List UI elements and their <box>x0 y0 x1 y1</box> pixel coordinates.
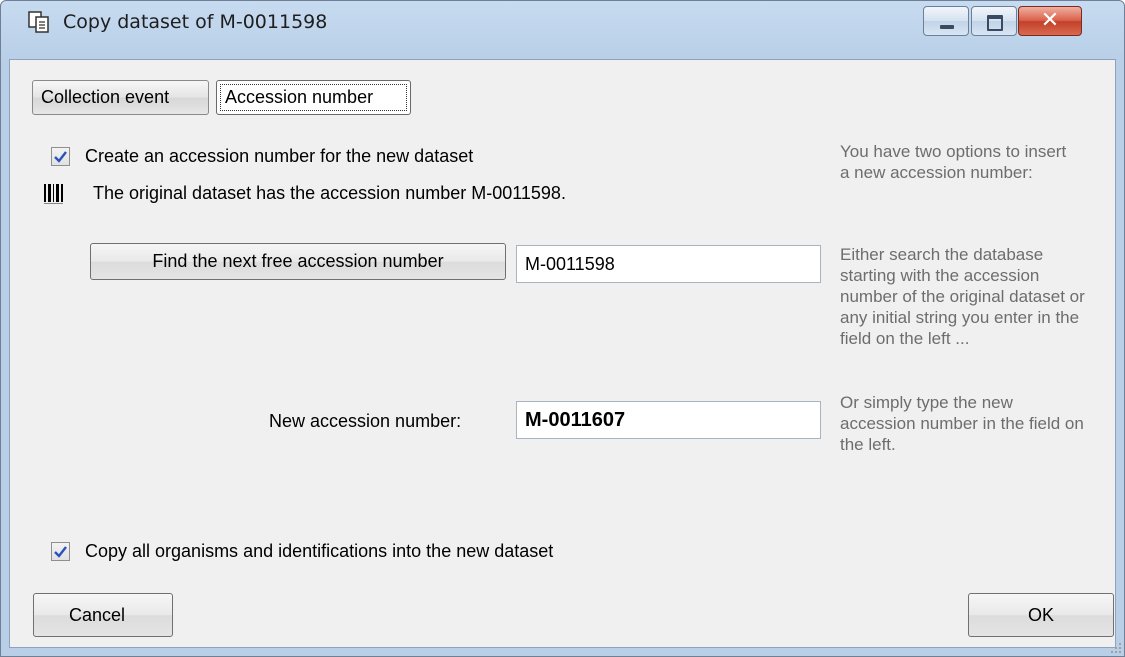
close-button[interactable]: ✕ <box>1018 6 1082 36</box>
hint-search: Either search the database starting with… <box>840 245 1085 348</box>
checkmark-icon <box>54 546 67 558</box>
close-icon: ✕ <box>1040 8 1060 33</box>
minimize-button[interactable] <box>923 6 969 36</box>
find-next-accession-button[interactable]: Find the next free accession number <box>90 243 506 280</box>
dialog-window: Copy dataset of M-0011598 ✕ Collection e… <box>0 0 1125 657</box>
copy-document-icon <box>28 11 50 33</box>
tab-collection-event[interactable]: Collection event <box>32 80 209 115</box>
ok-button[interactable]: OK <box>968 593 1114 637</box>
minimize-icon <box>940 25 954 29</box>
new-accession-value: M-0011607 <box>525 409 626 431</box>
resize-grip-icon[interactable] <box>1108 640 1122 654</box>
original-accession-text: The original dataset has the accession n… <box>93 183 566 203</box>
new-accession-label: New accession number: <box>269 411 462 431</box>
button-label: OK <box>1027 605 1054 625</box>
search-field-value: M-0011598 <box>525 254 615 274</box>
create-accession-checkbox[interactable] <box>51 147 70 166</box>
focus-rectangle <box>220 84 407 111</box>
hint-options: You have two options to insert a new acc… <box>840 142 1067 182</box>
cancel-button[interactable]: Cancel <box>33 593 173 637</box>
button-label: Cancel <box>69 605 126 625</box>
copy-organisms-checkbox[interactable] <box>51 542 70 561</box>
tab-accession-number[interactable]: Accession number <box>216 80 411 115</box>
checkmark-icon <box>54 151 67 163</box>
tab-label: Collection event <box>41 87 170 107</box>
copy-organisms-label: Copy all organisms and identifications i… <box>85 541 554 561</box>
create-accession-label: Create an accession number for the new d… <box>85 146 474 166</box>
new-accession-input[interactable]: M-0011607 <box>516 401 821 439</box>
maximize-icon <box>987 15 1003 31</box>
window-title: Copy dataset of M-0011598 <box>63 11 328 33</box>
accession-search-field[interactable]: M-0011598 <box>516 245 821 283</box>
barcode-icon <box>43 182 67 206</box>
title-bar[interactable]: Copy dataset of M-0011598 ✕ <box>1 1 1124 59</box>
hint-type: Or simply type the new accession number … <box>840 393 1084 454</box>
button-label: Find the next free accession number <box>152 251 444 271</box>
maximize-button[interactable] <box>971 6 1017 36</box>
